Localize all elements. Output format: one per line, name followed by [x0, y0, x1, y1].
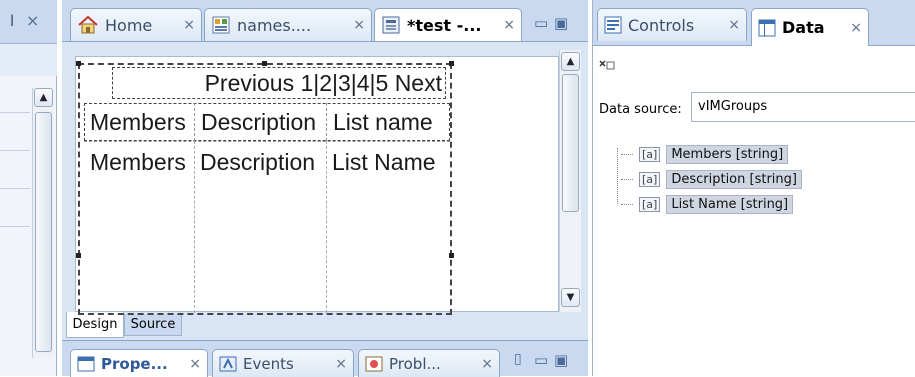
tab-source[interactable]: Source	[124, 314, 182, 336]
properties-icon	[77, 356, 95, 372]
bottom-panel-tabstrip: Prope... × Events × Probl... × ▯ ▭ ▣	[62, 340, 588, 377]
tree-item-list-name[interactable]: [a] List Name [string]	[621, 193, 794, 215]
tree-item-members-label: Members [string]	[666, 144, 789, 164]
tab-controls-label: Controls	[628, 15, 695, 35]
left-panel-divider	[0, 226, 30, 227]
bottom-panel-menu-icon[interactable]: ▯	[514, 351, 522, 367]
names-file-icon	[211, 15, 231, 35]
tab-controls-close-icon[interactable]: ×	[728, 17, 740, 33]
data-cell-description[interactable]: Description	[194, 143, 326, 181]
data-cell-members[interactable]: Members	[84, 143, 194, 181]
left-panel-divider	[0, 112, 30, 113]
tree-item-members[interactable]: [a] Members [string]	[621, 143, 789, 165]
left-panel-tabstrip: l ×	[0, 0, 57, 44]
column-divider	[194, 141, 195, 313]
design-canvas[interactable]: Previous 1|2|3|4|5 Next Members Descript…	[75, 56, 559, 315]
tab-home-label: Home	[105, 15, 153, 35]
column-divider	[326, 141, 327, 313]
left-panel-divider	[0, 188, 30, 189]
selection-handle[interactable]	[262, 61, 267, 66]
data-source-field[interactable]: vIMGroups	[691, 92, 915, 122]
editor-scrollbar[interactable]: ▲ ▼	[559, 50, 581, 312]
selection-handle[interactable]	[76, 253, 81, 258]
pager-text[interactable]: Previous 1|2|3|4|5 Next	[112, 67, 446, 99]
controls-icon	[604, 16, 622, 34]
editor-scroll-down-icon[interactable]: ▼	[561, 288, 580, 307]
tab-names-label: names....	[237, 15, 312, 35]
bottom-panel-maximize-icon[interactable]: ▣	[554, 351, 568, 369]
tree-connector	[621, 153, 633, 155]
tree-item-list-name-label: List Name [string]	[666, 194, 794, 214]
bottom-panel-minimize-icon[interactable]: ▭	[534, 351, 548, 369]
tab-test-label: *test -...	[407, 15, 482, 35]
tab-events-label: Events	[243, 354, 294, 373]
tab-data-close-icon[interactable]: ×	[850, 20, 862, 36]
tab-properties-close-icon[interactable]: ×	[189, 356, 201, 372]
left-panel-tab-fragment[interactable]: l	[10, 12, 14, 30]
minimize-icon[interactable]: ▭	[534, 14, 548, 32]
data-cell-list-name[interactable]: List Name	[326, 143, 450, 181]
tree-line	[617, 148, 618, 204]
tree-connector	[621, 203, 633, 205]
tree-connector	[621, 178, 633, 180]
data-icon	[758, 19, 776, 37]
left-panel-toolbar	[0, 44, 57, 76]
tab-test[interactable]: *test -... ×	[374, 8, 522, 41]
tab-names[interactable]: names.... ×	[204, 8, 372, 41]
string-field-icon: [a]	[639, 146, 661, 162]
tab-problems-close-icon[interactable]: ×	[481, 356, 493, 372]
header-cell-description[interactable]: Description	[194, 103, 326, 141]
tab-home[interactable]: Home ×	[70, 8, 202, 41]
header-cell-list-name[interactable]: List name	[326, 103, 450, 141]
view-tabstrip: Design Source	[66, 312, 576, 338]
left-panel-divider	[0, 150, 30, 151]
tree-item-description-label: Description [string]	[666, 169, 802, 189]
tree-item-description[interactable]: [a] Description [string]	[621, 168, 802, 190]
left-panel-scrollbar[interactable]: ▲	[32, 88, 54, 358]
maximize-icon[interactable]: ▣	[554, 14, 568, 32]
selection-handle[interactable]	[449, 61, 454, 66]
tab-events-close-icon[interactable]: ×	[335, 356, 347, 372]
tab-events[interactable]: Events ×	[212, 349, 354, 377]
string-field-icon: [a]	[639, 196, 661, 212]
tab-design[interactable]: Design	[66, 312, 124, 338]
test-file-icon	[381, 15, 401, 35]
right-panel: Controls × Data × Data source: vIMGroups…	[592, 0, 915, 376]
tab-problems-label: Probl...	[389, 354, 441, 373]
tab-properties-label: Prope...	[101, 354, 168, 373]
editor-scroll-thumb[interactable]	[562, 74, 579, 212]
left-panel-close-icon[interactable]: ×	[26, 11, 39, 30]
header-cell-members[interactable]: Members	[84, 103, 194, 141]
left-panel-scroll-thumb[interactable]	[35, 112, 52, 352]
tab-names-close-icon[interactable]: ×	[353, 17, 365, 33]
left-panel: l × ▲	[0, 0, 57, 376]
tab-problems[interactable]: Probl... ×	[358, 349, 500, 377]
tab-test-close-icon[interactable]: ×	[503, 17, 515, 33]
editor-scroll-up-icon[interactable]: ▲	[561, 52, 580, 71]
tab-properties[interactable]: Prope... ×	[70, 349, 208, 377]
tab-data-label: Data	[782, 18, 825, 37]
grid-container[interactable]	[78, 63, 452, 315]
events-icon	[219, 356, 237, 372]
string-field-icon: [a]	[639, 171, 661, 187]
left-panel-scroll-up-icon[interactable]: ▲	[34, 88, 53, 107]
clear-source-icon[interactable]	[599, 58, 615, 72]
home-icon	[77, 15, 99, 35]
problems-icon	[365, 356, 383, 372]
data-source-label: Data source:	[599, 102, 682, 117]
selection-handle[interactable]	[449, 253, 454, 258]
row-divider	[84, 141, 450, 142]
tab-data[interactable]: Data ×	[751, 8, 869, 46]
tab-controls[interactable]: Controls ×	[597, 8, 747, 41]
selection-handle[interactable]	[76, 61, 81, 66]
tab-home-close-icon[interactable]: ×	[183, 17, 195, 33]
